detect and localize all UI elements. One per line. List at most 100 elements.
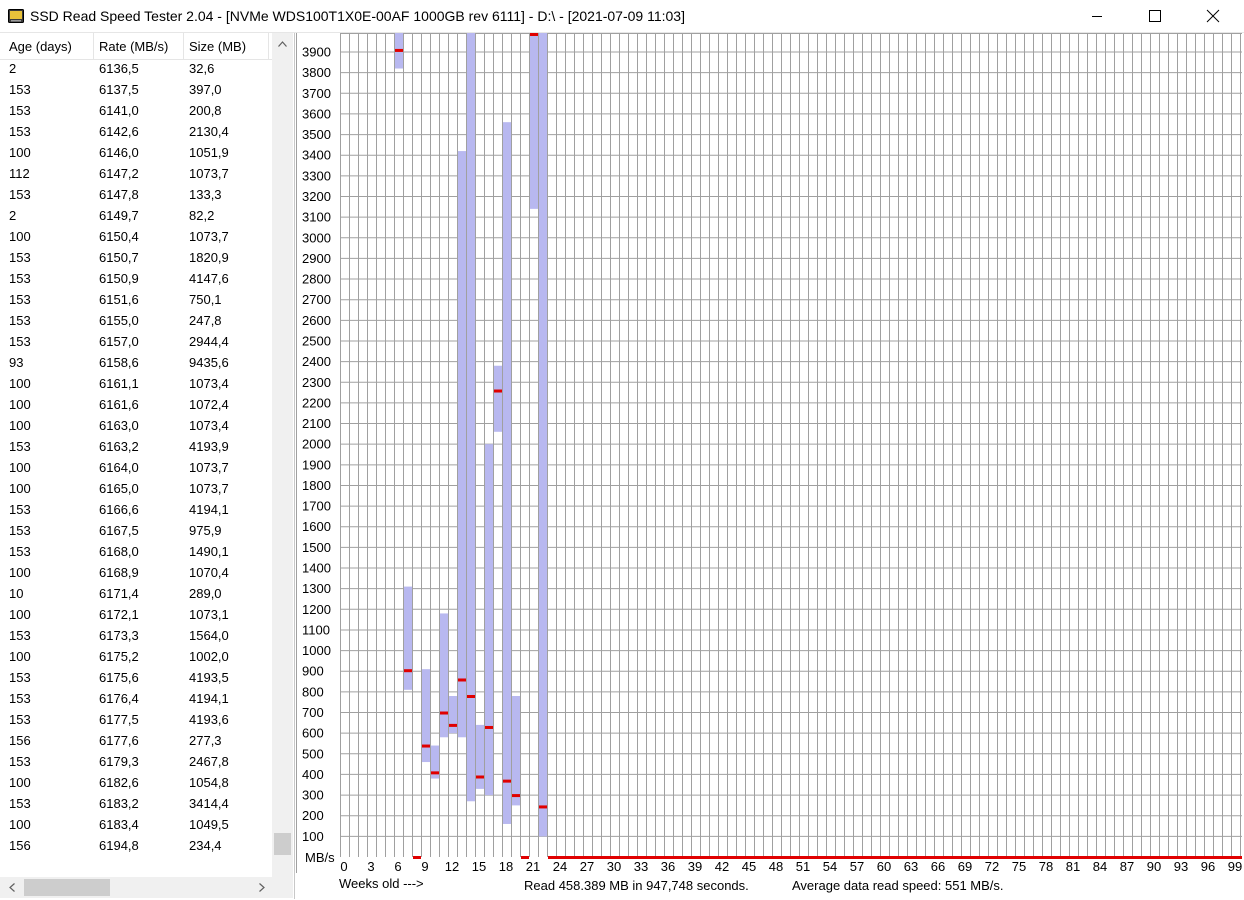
list-row[interactable]: 153 6150,7 1820,9: [0, 248, 272, 269]
horizontal-scrollbar[interactable]: [0, 877, 293, 898]
x-tick-label: 99: [1228, 859, 1242, 873]
cell-size: 1073,4: [189, 418, 229, 433]
x-tick-label: 18: [499, 859, 513, 873]
list-row[interactable]: 153 6173,3 1564,0: [0, 626, 272, 647]
list-row[interactable]: 153 6157,0 2944,4: [0, 332, 272, 353]
title-bar[interactable]: SSD Read Speed Tester 2.04 - [NVMe WDS10…: [0, 0, 1244, 33]
list-row[interactable]: 112 6147,2 1073,7: [0, 164, 272, 185]
list-row[interactable]: 100 6146,0 1051,9: [0, 143, 272, 164]
list-row[interactable]: 100 6150,4 1073,7: [0, 227, 272, 248]
list-row[interactable]: 100 6183,4 1049,5: [0, 815, 272, 836]
cell-rate: 6150,4: [99, 229, 139, 244]
cell-rate: 6149,7: [99, 208, 139, 223]
list-row[interactable]: 93 6158,6 9435,6: [0, 353, 272, 374]
maximize-button[interactable]: [1126, 0, 1184, 32]
cell-size: 1072,4: [189, 397, 229, 412]
cell-rate: 6171,4: [99, 586, 139, 601]
average-mark: [449, 723, 457, 727]
column-divider[interactable]: [93, 33, 94, 59]
list-row[interactable]: 100 6172,1 1073,1: [0, 605, 272, 626]
list-row[interactable]: 100 6165,0 1073,7: [0, 479, 272, 500]
list-body[interactable]: 2 6136,5 32,6 153 6137,5 397,0 153 6141,0 200,8 1…: [0, 59, 272, 881]
cell-rate: 6150,9: [99, 271, 139, 286]
cell-age: 153: [9, 292, 31, 307]
cell-size: 975,9: [189, 523, 222, 538]
list-row[interactable]: 153 6175,6 4193,5: [0, 668, 272, 689]
column-header-age[interactable]: Age (days): [9, 39, 72, 54]
x-tick-label: 33: [634, 859, 648, 873]
cell-rate: 6176,4: [99, 691, 139, 706]
scroll-right-button[interactable]: [253, 879, 270, 896]
close-button[interactable]: [1184, 0, 1242, 32]
list-row[interactable]: 156 6177,6 277,3: [0, 731, 272, 752]
list-row[interactable]: 153 6179,3 2467,8: [0, 752, 272, 773]
list-row[interactable]: 100 6182,6 1054,8: [0, 773, 272, 794]
column-header-size[interactable]: Size (MB): [189, 39, 246, 54]
minimize-button[interactable]: [1068, 0, 1126, 32]
cell-size: 133,3: [189, 187, 222, 202]
cell-rate: 6168,9: [99, 565, 139, 580]
column-header-rate[interactable]: Rate (MB/s): [99, 39, 168, 54]
x-tick-label: 60: [877, 859, 891, 873]
list-row[interactable]: 153 6166,6 4194,1: [0, 500, 272, 521]
list-row[interactable]: 100 6168,9 1070,4: [0, 563, 272, 584]
results-list-panel[interactable]: Age (days) Rate (MB/s) Size (MB) 2 6136,5…: [0, 33, 295, 899]
y-tick-label: 3700: [302, 86, 331, 101]
cell-size: 32,6: [189, 61, 215, 76]
list-row[interactable]: 153 6151,6 750,1: [0, 290, 272, 311]
cell-size: 3414,4: [189, 796, 229, 811]
x-tick-label: 81: [1066, 859, 1080, 873]
list-row[interactable]: 156 6194,8 234,4: [0, 836, 272, 857]
list-row[interactable]: 153 6177,5 4193,6: [0, 710, 272, 731]
y-tick-label: 2600: [302, 313, 331, 328]
cell-size: 1051,9: [189, 145, 229, 160]
cell-size: 1070,4: [189, 565, 229, 580]
scroll-up-button[interactable]: [274, 35, 291, 52]
list-row[interactable]: 153 6142,6 2130,4: [0, 122, 272, 143]
vertical-scroll-thumb[interactable]: [274, 833, 291, 855]
cell-rate: 6164,0: [99, 460, 139, 475]
y-tick-label: 800: [302, 684, 324, 699]
list-row[interactable]: 100 6161,1 1073,4: [0, 374, 272, 395]
scroll-left-button[interactable]: [3, 879, 20, 896]
cell-size: 2467,8: [189, 754, 229, 769]
x-tick-label: 78: [1039, 859, 1053, 873]
range-bar: [476, 724, 484, 789]
x-tick-label: 3: [367, 859, 374, 873]
list-row[interactable]: 153 6137,5 397,0: [0, 80, 272, 101]
list-row[interactable]: 2 6136,5 32,6: [0, 59, 272, 80]
list-row[interactable]: 100 6164,0 1073,7: [0, 458, 272, 479]
list-row[interactable]: 153 6147,8 133,3: [0, 185, 272, 206]
list-row[interactable]: 10 6171,4 289,0: [0, 584, 272, 605]
column-divider[interactable]: [268, 33, 269, 59]
list-row[interactable]: 153 6167,5 975,9: [0, 521, 272, 542]
cell-rate: 6142,6: [99, 124, 139, 139]
range-bar: [503, 122, 511, 824]
list-row[interactable]: 153 6163,2 4193,9: [0, 437, 272, 458]
x-tick-label: 12: [445, 859, 459, 873]
list-row[interactable]: 153 6183,2 3414,4: [0, 794, 272, 815]
list-row[interactable]: 100 6175,2 1002,0: [0, 647, 272, 668]
cell-age: 100: [9, 565, 31, 580]
vertical-scrollbar[interactable]: [272, 33, 293, 877]
horizontal-scroll-thumb[interactable]: [24, 879, 110, 896]
list-row[interactable]: 153 6150,9 4147,6: [0, 269, 272, 290]
column-divider[interactable]: [183, 33, 184, 59]
cell-rate: 6151,6: [99, 292, 139, 307]
list-row[interactable]: 153 6176,4 4194,1: [0, 689, 272, 710]
cell-age: 100: [9, 376, 31, 391]
cell-rate: 6161,1: [99, 376, 139, 391]
cell-age: 153: [9, 523, 31, 538]
cell-age: 156: [9, 733, 31, 748]
list-row[interactable]: 153 6155,0 247,8: [0, 311, 272, 332]
cell-age: 100: [9, 607, 31, 622]
list-row[interactable]: 153 6141,0 200,8: [0, 101, 272, 122]
list-row[interactable]: 153 6168,0 1490,1: [0, 542, 272, 563]
list-row[interactable]: 2 6149,7 82,2: [0, 206, 272, 227]
x-axis-label: Weeks old --->: [339, 876, 424, 891]
list-row[interactable]: 100 6163,0 1073,4: [0, 416, 272, 437]
cell-rate: 6173,3: [99, 628, 139, 643]
list-row[interactable]: 100 6161,6 1072,4: [0, 395, 272, 416]
y-tick-label: 3600: [302, 106, 331, 121]
cell-size: 1073,1: [189, 607, 229, 622]
